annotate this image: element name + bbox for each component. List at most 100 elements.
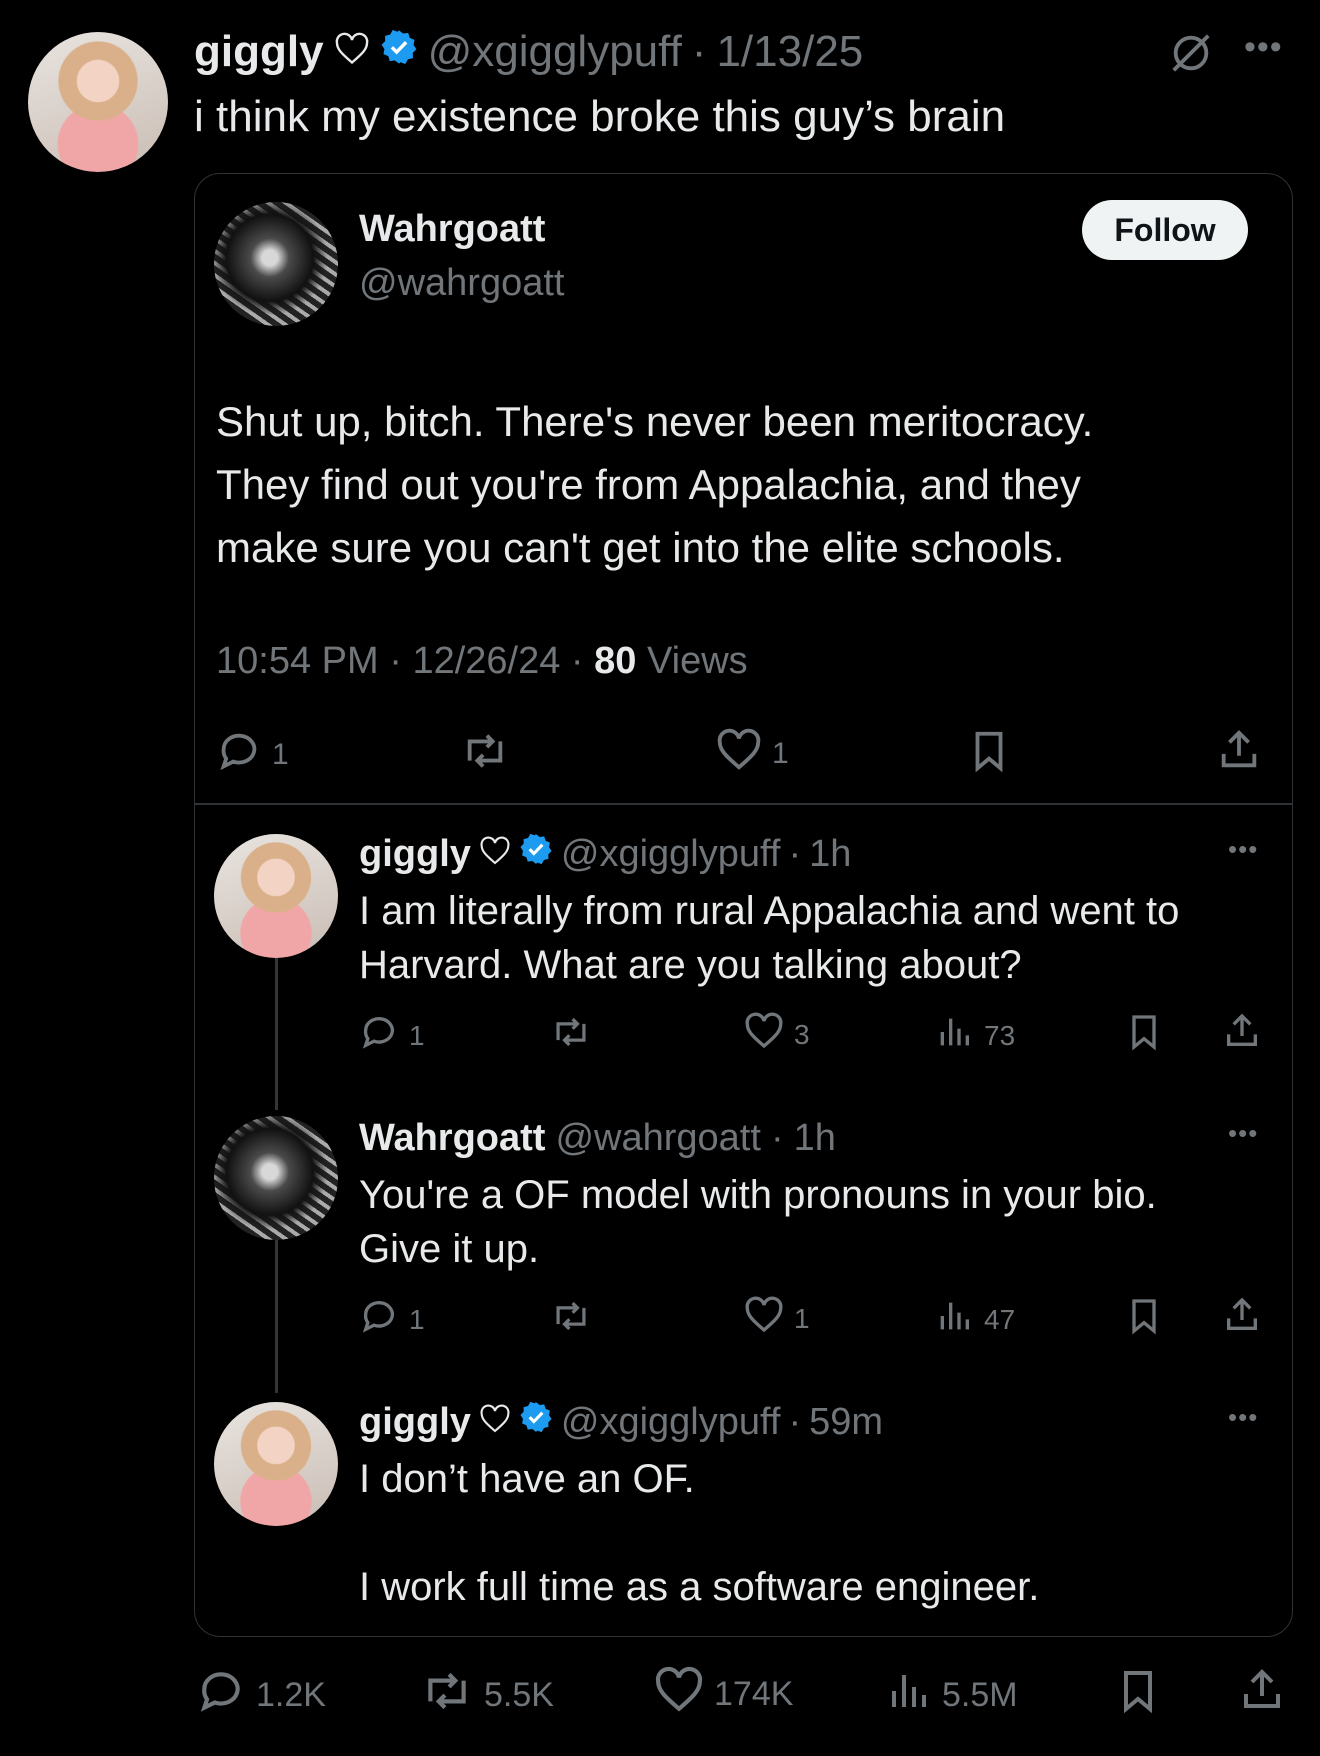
main-repost-button[interactable]: 5.5K [420,1666,554,1725]
reply-header: giggly @xgigglypuff · 59m [359,1396,883,1448]
separator-dot: · [389,640,413,682]
reply-text: You're a OF model with pronouns in your … [359,1168,1157,1276]
bookmark-button[interactable] [1124,1012,1164,1057]
repost-icon [420,1666,474,1725]
share-button[interactable] [1222,1294,1262,1341]
reply-count: 1 [409,1019,425,1051]
main-avatar[interactable] [28,32,168,172]
views-button[interactable]: 73 [934,1012,1015,1059]
reply-icon [196,1666,246,1725]
quoted-time[interactable]: 10:54 PM [216,640,379,682]
quoted-date[interactable]: 12/26/24 [412,640,560,682]
quoted-avatar[interactable] [214,202,338,326]
main-views-button[interactable]: 5.5M [884,1666,1018,1725]
reply-avatar[interactable] [214,834,338,958]
reply-icon [216,728,262,782]
like-icon [744,1296,784,1341]
author-handle[interactable]: @xgigglypuff [428,27,682,77]
reply-avatar[interactable] [214,1402,338,1526]
verified-icon [380,27,418,77]
bookmark-icon [966,728,1012,779]
views-count: 5.5M [942,1676,1018,1714]
like-count: 174K [714,1675,794,1713]
quoted-views-label: Views [646,640,748,682]
main-share-button[interactable] [1238,1664,1286,1721]
reply-avatar[interactable] [214,1116,338,1240]
quoted-author-handle[interactable]: @wahrgoatt [359,262,564,305]
more-icon[interactable]: ••• [1244,28,1283,67]
repost-icon [550,1012,592,1057]
reply-age[interactable]: 1h [809,833,851,876]
bookmark-button[interactable] [1124,1296,1164,1341]
repost-count: 5.5K [484,1676,554,1714]
like-icon [716,728,762,780]
repost-icon [460,728,510,779]
author-name[interactable]: giggly [194,27,324,77]
reply-author-handle[interactable]: @xgigglypuff [561,833,781,876]
more-icon[interactable]: ••• [1228,1402,1258,1433]
reply-count: 1.2K [256,1676,326,1714]
reply-author-name[interactable]: Wahrgoatt [359,1117,545,1160]
views-button[interactable]: 47 [934,1296,1015,1343]
like-count: 3 [794,1018,810,1050]
separator-dot: · [788,1400,802,1443]
quoted-text-line: Shut up, bitch. There's never been merit… [216,398,1094,445]
reply-icon [359,1296,399,1343]
reply-author-name[interactable]: giggly [359,1401,471,1444]
reply-icon [359,1012,399,1059]
more-icon[interactable]: ••• [1228,834,1258,865]
reply-text-line: I work full time as a software engineer. [359,1565,1040,1609]
reply-author-name[interactable]: giggly [359,833,471,876]
main-tweet-header: giggly @xgigglypuff · 1/13/25 [194,24,863,80]
like-button[interactable]: 3 [744,1012,810,1057]
grok-icon[interactable] [1168,30,1214,76]
repost-button[interactable] [460,728,510,779]
share-button[interactable] [1222,1010,1262,1057]
main-like-button[interactable]: 174K [654,1666,793,1723]
reply-button[interactable]: 1 [359,1296,425,1343]
main-reply-button[interactable]: 1.2K [196,1666,326,1725]
verified-icon [519,1400,553,1444]
verified-icon [519,832,553,876]
repost-button[interactable] [550,1296,592,1341]
reply-button[interactable]: 1 [216,728,289,782]
repost-icon [550,1296,592,1341]
repost-button[interactable] [550,1012,592,1057]
share-icon [1222,1010,1262,1057]
tweet-date[interactable]: 1/13/25 [716,27,863,77]
separator-dot: · [691,27,707,76]
quoted-text-line: make sure you can't get into the elite s… [216,524,1065,571]
reply-text-line: I am literally from rural Appalachia and… [359,889,1180,933]
views-icon [934,1012,974,1059]
separator-dot: · [788,832,802,875]
separator-dot: · [570,640,595,682]
reply-author-handle[interactable]: @wahrgoatt [555,1117,760,1160]
card-divider [194,803,1293,805]
share-icon [1216,726,1262,779]
heart-outline-icon [334,27,370,77]
quoted-author-name[interactable]: Wahrgoatt [359,208,545,251]
reply-count: 1 [272,738,289,771]
like-count: 1 [772,737,789,770]
bookmark-icon [1124,1012,1164,1057]
reply-count: 1 [409,1303,425,1335]
reply-button[interactable]: 1 [359,1012,425,1059]
reply-age[interactable]: 1h [794,1117,836,1160]
thread-connector [275,1218,278,1393]
share-button[interactable] [1216,726,1262,779]
bookmark-button[interactable] [966,728,1012,779]
reply-text-line: Give it up. [359,1227,540,1271]
views-count: 47 [984,1303,1016,1335]
follow-button[interactable]: Follow [1082,200,1248,260]
like-count: 1 [794,1302,810,1334]
bookmark-icon [1124,1296,1164,1341]
heart-outline-icon [479,833,511,876]
like-button[interactable]: 1 [716,728,789,780]
main-bookmark-button[interactable] [1114,1666,1162,1721]
reply-author-handle[interactable]: @xgigglypuff [561,1401,781,1444]
reply-age[interactable]: 59m [809,1401,883,1444]
like-button[interactable]: 1 [744,1296,810,1341]
more-icon[interactable]: ••• [1228,1118,1258,1149]
reply-text-line: I don’t have an OF. [359,1457,695,1501]
